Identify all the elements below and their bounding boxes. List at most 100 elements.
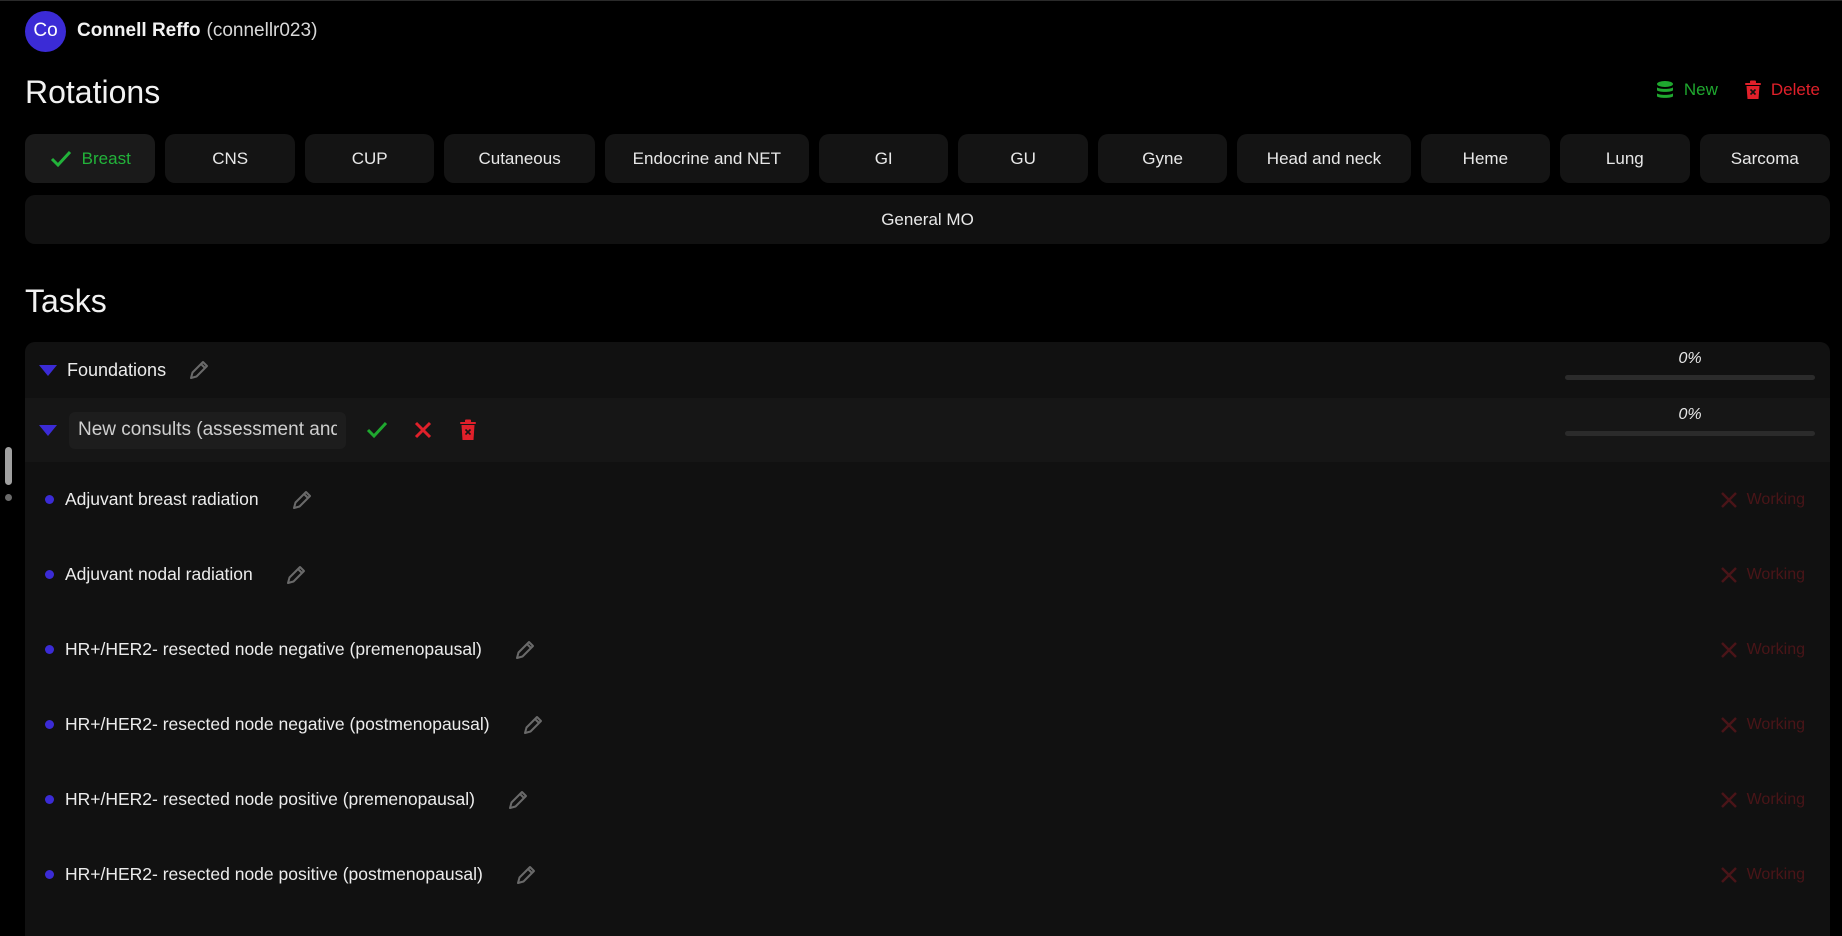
status-label: Working — [1746, 715, 1805, 733]
rotation-gyne[interactable]: Gyne — [1097, 134, 1228, 183]
rotation-gi[interactable]: GI — [818, 134, 949, 183]
progress-track — [1565, 431, 1815, 436]
bullet — [45, 720, 54, 729]
rotation-label: GU — [1010, 148, 1036, 168]
rotation-label: Heme — [1462, 148, 1509, 168]
check-icon — [366, 421, 388, 439]
rotation-label: Breast — [81, 148, 131, 168]
rotation-actions: New Delete — [1655, 80, 1820, 100]
pencil-icon[interactable] — [513, 862, 539, 888]
tasks-panel: Foundations 0% 0% — [25, 342, 1830, 936]
rotation-label: Cutaneous — [478, 148, 561, 168]
task-item: Adjuvant breast radiation Working — [25, 462, 1830, 537]
task-item: HR+/HER2- resected node negative (premen… — [25, 612, 1830, 687]
task-status[interactable]: Working — [1720, 491, 1805, 509]
close-icon — [1720, 791, 1737, 808]
task-label: HR+/HER2- resected node positive (postme… — [65, 864, 483, 884]
task-label: HR+/HER2- resected node negative (postme… — [65, 714, 490, 734]
rotations-title: Rotations — [25, 74, 161, 110]
rotation-heme[interactable]: Heme — [1420, 134, 1551, 183]
close-icon — [1720, 716, 1737, 733]
group-label: Foundations — [67, 359, 167, 380]
database-icon — [1656, 81, 1673, 98]
close-icon — [1720, 641, 1737, 658]
pencil-icon[interactable] — [186, 357, 212, 383]
pencil-icon[interactable] — [512, 637, 538, 663]
bullet — [45, 795, 54, 804]
rotation-label: Endocrine and NET — [632, 148, 782, 168]
triangle-down-icon[interactable] — [39, 424, 57, 436]
delete-rotation-button[interactable]: Delete — [1744, 80, 1820, 100]
user-handle: (connellr023) — [206, 20, 318, 41]
user-header: Co Connell Reffo (connellr023) — [25, 10, 317, 52]
delete-group-button[interactable] — [459, 419, 477, 441]
close-icon — [1720, 866, 1737, 883]
rotation-head-and-neck[interactable]: Head and neck — [1237, 134, 1411, 183]
task-label: Adjuvant breast radiation — [65, 489, 259, 509]
progress-track — [1565, 375, 1815, 380]
tasks-title: Tasks — [25, 283, 107, 319]
pencil-icon[interactable] — [505, 787, 531, 813]
avatar: Co — [25, 10, 66, 52]
task-item: Adjuvant nodal radiation Working — [25, 537, 1830, 612]
new-label: New — [1683, 80, 1718, 99]
confirm-edit-button[interactable] — [366, 421, 388, 439]
trash-icon — [460, 419, 476, 440]
close-icon — [414, 421, 432, 439]
bullet — [45, 495, 54, 504]
rotation-label: Head and neck — [1266, 148, 1382, 168]
rotation-label: CUP — [351, 148, 388, 168]
status-label: Working — [1746, 790, 1805, 808]
rotation-general-mo[interactable]: General MO — [25, 195, 1830, 244]
task-item: HR+/HER2- resected node negative (postme… — [25, 687, 1830, 762]
rotation-label: General MO — [881, 209, 974, 229]
pencil-icon[interactable] — [283, 562, 309, 588]
task-label: Adjuvant nodal radiation — [65, 564, 253, 584]
status-label: Working — [1746, 640, 1805, 658]
group-progress: 0% — [1565, 406, 1815, 436]
progress-label: 0% — [1678, 406, 1702, 423]
task-status[interactable]: Working — [1720, 641, 1805, 659]
rotation-label: CNS — [212, 148, 249, 168]
task-label: HR+/HER2- resected node positive (premen… — [65, 789, 475, 809]
task-item: HR+/HER2- resected node positive (postme… — [25, 837, 1830, 912]
task-group-new-consults: 0% — [25, 398, 1830, 462]
pencil-icon[interactable] — [520, 712, 546, 738]
rotation-sarcoma[interactable]: Sarcoma — [1699, 134, 1831, 183]
new-rotation-button[interactable]: New — [1655, 80, 1718, 100]
rotation-cns[interactable]: CNS — [165, 134, 295, 183]
task-item: HR+/HER2- resected node positive (premen… — [25, 762, 1830, 837]
rotation-cup[interactable]: CUP — [304, 134, 435, 183]
close-icon — [1720, 566, 1737, 583]
top-border — [0, 0, 1842, 1]
status-label: Working — [1746, 490, 1805, 508]
rotation-tabs: Breast CNS CUP Cutaneous Endocrine and N… — [25, 134, 1831, 183]
rotation-label: Lung — [1605, 148, 1644, 168]
cancel-edit-button[interactable] — [413, 420, 433, 440]
rotation-lung[interactable]: Lung — [1560, 134, 1690, 183]
scrollbar-dot — [5, 494, 12, 501]
status-label: Working — [1746, 865, 1805, 883]
group-progress: 0% — [1565, 350, 1815, 380]
task-status[interactable]: Working — [1720, 566, 1805, 584]
triangle-down-icon[interactable] — [39, 364, 57, 376]
rotation-breast[interactable]: Breast — [25, 134, 156, 183]
task-status[interactable]: Working — [1720, 866, 1805, 884]
progress-label: 0% — [1678, 350, 1702, 367]
pencil-icon[interactable] — [289, 487, 315, 513]
rotation-endocrine-and-net[interactable]: Endocrine and NET — [604, 134, 809, 183]
close-icon — [1720, 491, 1737, 508]
bullet — [45, 570, 54, 579]
trash-icon — [1744, 80, 1761, 99]
task-group-foundations: Foundations 0% — [25, 342, 1830, 398]
scrollbar-thumb[interactable] — [5, 447, 12, 485]
rotation-label: Sarcoma — [1730, 148, 1799, 168]
check-icon — [50, 150, 71, 167]
rotation-label: GI — [874, 148, 893, 168]
rotation-gu[interactable]: GU — [958, 134, 1088, 183]
task-status[interactable]: Working — [1720, 716, 1805, 734]
bullet — [45, 870, 54, 879]
task-status[interactable]: Working — [1720, 791, 1805, 809]
group-name-input[interactable] — [69, 411, 346, 449]
rotation-cutaneous[interactable]: Cutaneous — [444, 134, 595, 183]
